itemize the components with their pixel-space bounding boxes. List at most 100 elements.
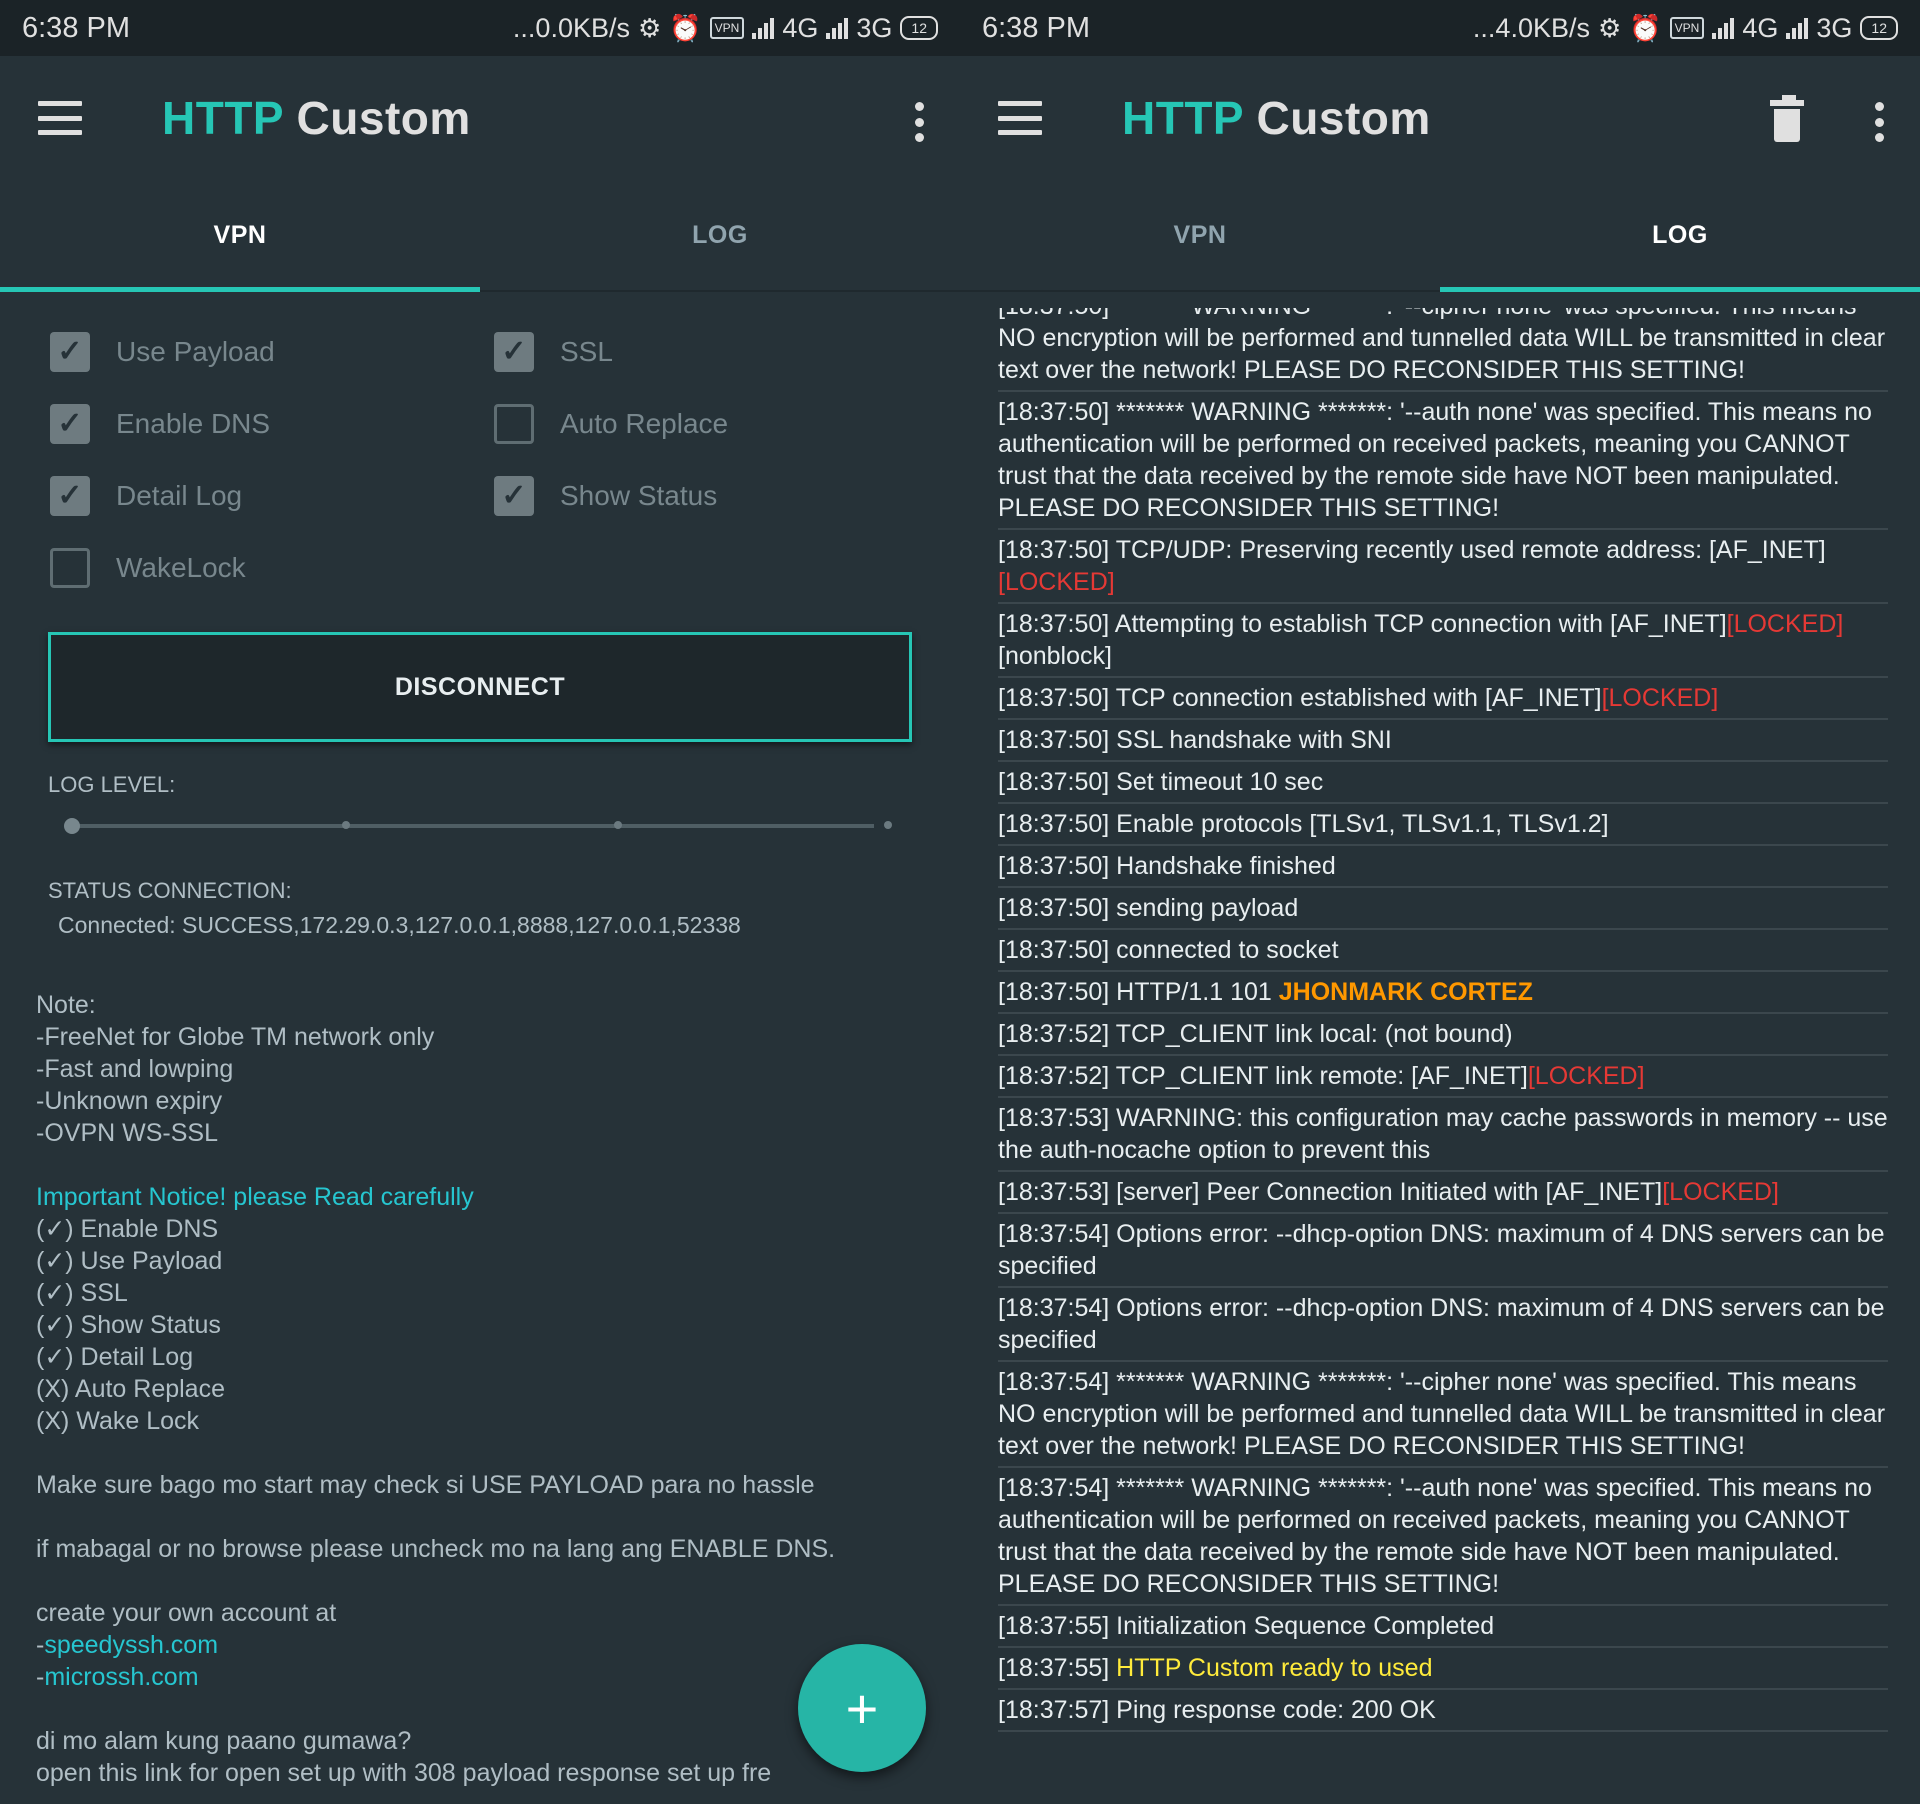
- vpn-key-icon: VPN: [1669, 17, 1705, 39]
- tab-vpn[interactable]: VPN: [0, 180, 480, 292]
- tab-vpn[interactable]: VPN: [960, 180, 1440, 290]
- status-connection-label: STATUS CONNECTION:: [48, 878, 292, 903]
- ssl-checkbox[interactable]: SSL: [494, 332, 613, 372]
- sync-off-icon: ⚙: [1597, 12, 1622, 43]
- vpn-key-icon: VPN: [709, 17, 745, 39]
- log-entry: [18:37:50] SSL handshake with SNI: [998, 720, 1888, 762]
- app-title: HTTP Custom: [162, 92, 471, 144]
- log-entry: [18:37:50] ******* WARNING *******: '--a…: [998, 392, 1888, 530]
- use-payload-checkbox[interactable]: Use Payload: [50, 332, 275, 372]
- tab-bar: VPN LOG: [960, 180, 1920, 292]
- enable-dns-checkbox[interactable]: Enable DNS: [50, 404, 270, 444]
- log-list[interactable]: [18:37:50] ******* WARNING *******: '--c…: [998, 308, 1888, 1804]
- checkbox-icon: [50, 404, 90, 444]
- app-bar: HTTP Custom: [0, 56, 960, 180]
- log-entry: [18:37:52] TCP_CLIENT link local: (not b…: [998, 1014, 1888, 1056]
- note-check: (✓) SSL: [36, 1279, 128, 1307]
- note-line: -Fast and lowping: [36, 1055, 234, 1083]
- app-bar: HTTP Custom: [960, 56, 1920, 180]
- log-entry: [18:37:54] ******* WARNING *******: '--c…: [998, 1362, 1888, 1468]
- log-level-label: LOG LEVEL:: [48, 772, 176, 797]
- tab-bar: VPN LOG: [0, 180, 960, 292]
- important-notice: Important Notice! please Read carefully: [36, 1183, 474, 1211]
- log-screen: 6:38 PM ...4.0KB/s ⚙ ⏰ VPN 4G 3G 12 HTTP…: [960, 0, 1920, 1804]
- checkbox-icon: [50, 476, 90, 516]
- battery-icon: 12: [900, 16, 938, 40]
- alarm-icon: ⏰: [669, 12, 702, 43]
- note-paragraph: open this link for open set up with 308 …: [36, 1759, 772, 1787]
- vpn-screen: 6:38 PM ...0.0KB/s ⚙ ⏰ VPN 4G 3G 12 HTTP…: [0, 0, 960, 1804]
- more-options-icon[interactable]: [1874, 102, 1884, 142]
- note-check: (✓) Use Payload: [36, 1247, 223, 1275]
- menu-icon[interactable]: [38, 101, 82, 135]
- options-grid: Use Payload SSL Enable DNS Auto Replace …: [48, 322, 912, 622]
- log-entry: [18:37:55] Initialization Sequence Compl…: [998, 1606, 1888, 1648]
- log-entry: [18:37:50] sending payload: [998, 888, 1888, 930]
- note-line: -FreeNet for Globe TM network only: [36, 1023, 435, 1051]
- network-type-secondary: 3G: [1816, 12, 1853, 43]
- app-title: HTTP Custom: [1122, 92, 1431, 144]
- alarm-icon: ⏰: [1629, 12, 1662, 43]
- signal-icon-secondary: [826, 17, 849, 39]
- note-line: -OVPN WS-SSL: [36, 1119, 218, 1147]
- log-entry: [18:37:52] TCP_CLIENT link remote: [AF_I…: [998, 1056, 1888, 1098]
- status-bar: 6:38 PM ...0.0KB/s ⚙ ⏰ VPN 4G 3G 12: [0, 0, 960, 56]
- signal-icon: [752, 17, 775, 39]
- wakelock-checkbox[interactable]: WakeLock: [50, 548, 246, 588]
- more-options-icon[interactable]: [914, 102, 924, 142]
- log-entry: [18:37:53] WARNING: this configuration m…: [998, 1098, 1888, 1172]
- plus-icon: +: [845, 1676, 879, 1740]
- note-paragraph: create your own account at: [36, 1599, 337, 1627]
- log-entry: [18:37:53] [server] Peer Connection Init…: [998, 1172, 1888, 1214]
- network-speed: ...0.0KB/s: [512, 12, 630, 43]
- signal-icon: [1712, 17, 1735, 39]
- checkbox-icon: [494, 404, 534, 444]
- signal-icon-secondary: [1786, 17, 1809, 39]
- detail-log-checkbox[interactable]: Detail Log: [50, 476, 242, 516]
- log-entry: [18:37:54] Options error: --dhcp-option …: [998, 1214, 1888, 1288]
- status-connection-value: Connected: SUCCESS,172.29.0.3,127.0.0.1,…: [58, 912, 741, 938]
- log-entry: [18:37:50] Attempting to establish TCP c…: [998, 604, 1888, 678]
- add-config-button[interactable]: +: [798, 1644, 926, 1772]
- status-bar: 6:38 PM ...4.0KB/s ⚙ ⏰ VPN 4G 3G 12: [960, 0, 1920, 56]
- speedyssh-link[interactable]: speedyssh.com: [44, 1631, 218, 1659]
- sync-off-icon: ⚙: [637, 12, 662, 43]
- log-entry: [18:37:57] Ping response code: 200 OK: [998, 1690, 1888, 1732]
- note-check: (✓) Show Status: [36, 1311, 221, 1339]
- microssh-link[interactable]: microssh.com: [44, 1663, 198, 1691]
- log-entry: [18:37:50] Enable protocols [TLSv1, TLSv…: [998, 804, 1888, 846]
- disconnect-button[interactable]: DISCONNECT: [48, 632, 912, 742]
- show-status-checkbox[interactable]: Show Status: [494, 476, 717, 516]
- log-entry: [18:37:50] connected to socket: [998, 930, 1888, 972]
- log-entry: [18:37:50] TCP connection established wi…: [998, 678, 1888, 720]
- log-level-slider[interactable]: [48, 806, 898, 846]
- slider-thumb[interactable]: [64, 818, 80, 834]
- note-check: (✓) Detail Log: [36, 1343, 194, 1371]
- tab-log[interactable]: LOG: [480, 180, 960, 290]
- checkbox-icon: [50, 548, 90, 588]
- network-speed: ...4.0KB/s: [1472, 12, 1590, 43]
- note-title: Note:: [36, 991, 96, 1019]
- checkbox-icon: [494, 476, 534, 516]
- note-paragraph: Make sure bago mo start may check si USE…: [36, 1471, 815, 1499]
- log-entry: [18:37:54] ******* WARNING *******: '--a…: [998, 1468, 1888, 1606]
- note-check: (X) Auto Replace: [36, 1375, 225, 1403]
- battery-icon: 12: [1860, 16, 1898, 40]
- status-time: 6:38 PM: [982, 11, 1090, 44]
- log-entry: [18:37:55] HTTP Custom ready to used: [998, 1648, 1888, 1690]
- vpn-settings-panel: Use Payload SSL Enable DNS Auto Replace …: [0, 322, 960, 939]
- clear-log-trash-icon[interactable]: [1770, 95, 1804, 142]
- log-entry: [18:37:54] Options error: --dhcp-option …: [998, 1288, 1888, 1362]
- log-entry: [18:37:50] HTTP/1.1 101 JHONMARK CORTEZ: [998, 972, 1888, 1014]
- log-entry: [18:37:50] Handshake finished: [998, 846, 1888, 888]
- status-time: 6:38 PM: [22, 11, 130, 44]
- menu-icon[interactable]: [998, 101, 1042, 135]
- note-check: (X) Wake Lock: [36, 1407, 200, 1435]
- note-line: -Unknown expiry: [36, 1087, 223, 1115]
- tab-log[interactable]: LOG: [1440, 180, 1920, 292]
- network-type-primary: 4G: [782, 12, 819, 43]
- auto-replace-checkbox[interactable]: Auto Replace: [494, 404, 728, 444]
- log-entry: [18:37:50] Set timeout 10 sec: [998, 762, 1888, 804]
- note-paragraph: di mo alam kung paano gumawa?: [36, 1727, 412, 1755]
- network-type-secondary: 3G: [856, 12, 893, 43]
